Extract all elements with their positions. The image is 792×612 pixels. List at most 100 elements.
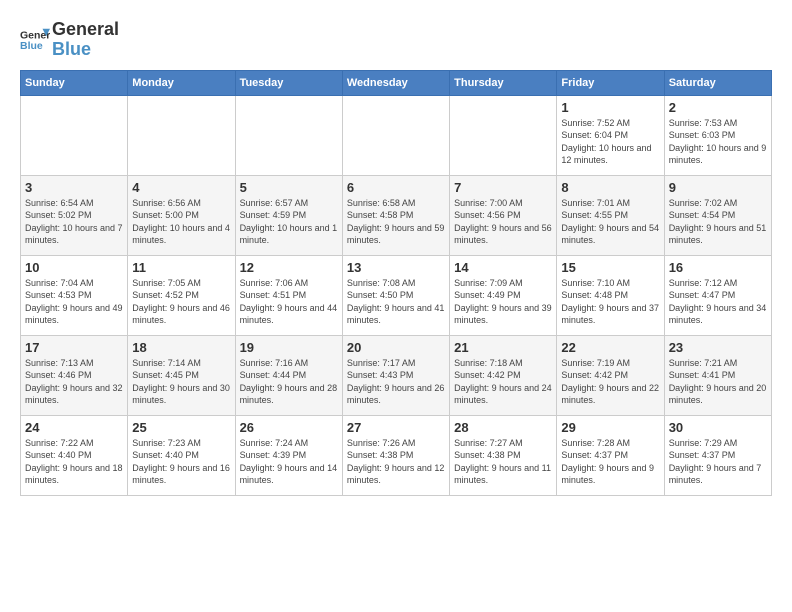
day-info: Sunrise: 7:53 AM Sunset: 6:03 PM Dayligh… — [669, 117, 767, 167]
day-number: 24 — [25, 420, 123, 435]
day-info: Sunrise: 6:58 AM Sunset: 4:58 PM Dayligh… — [347, 197, 445, 247]
weekday-header: Wednesday — [342, 70, 449, 95]
calendar-cell: 6 Sunrise: 6:58 AM Sunset: 4:58 PM Daylig… — [342, 175, 449, 255]
calendar-cell — [450, 95, 557, 175]
logo-icon: General Blue — [20, 25, 50, 55]
calendar-cell: 4 Sunrise: 6:56 AM Sunset: 5:00 PM Daylig… — [128, 175, 235, 255]
day-info: Sunrise: 7:08 AM Sunset: 4:50 PM Dayligh… — [347, 277, 445, 327]
calendar-cell: 19 Sunrise: 7:16 AM Sunset: 4:44 PM Dayli… — [235, 335, 342, 415]
day-number: 1 — [561, 100, 659, 115]
calendar-cell: 15 Sunrise: 7:10 AM Sunset: 4:48 PM Dayli… — [557, 255, 664, 335]
day-number: 15 — [561, 260, 659, 275]
day-info: Sunrise: 7:12 AM Sunset: 4:47 PM Dayligh… — [669, 277, 767, 327]
day-number: 4 — [132, 180, 230, 195]
day-number: 9 — [669, 180, 767, 195]
day-info: Sunrise: 7:52 AM Sunset: 6:04 PM Dayligh… — [561, 117, 659, 167]
day-number: 10 — [25, 260, 123, 275]
logo-text: General Blue — [52, 20, 119, 60]
calendar-cell: 8 Sunrise: 7:01 AM Sunset: 4:55 PM Daylig… — [557, 175, 664, 255]
day-number: 23 — [669, 340, 767, 355]
calendar-cell: 13 Sunrise: 7:08 AM Sunset: 4:50 PM Dayli… — [342, 255, 449, 335]
day-info: Sunrise: 6:56 AM Sunset: 5:00 PM Dayligh… — [132, 197, 230, 247]
day-info: Sunrise: 7:18 AM Sunset: 4:42 PM Dayligh… — [454, 357, 552, 407]
calendar-cell — [342, 95, 449, 175]
weekday-header: Friday — [557, 70, 664, 95]
calendar-cell: 3Sunrise: 6:54 AM Sunset: 5:02 PM Daylig… — [21, 175, 128, 255]
day-number: 28 — [454, 420, 552, 435]
weekday-header: Saturday — [664, 70, 771, 95]
day-number: 22 — [561, 340, 659, 355]
page-header: General Blue General Blue — [20, 20, 772, 60]
day-number: 20 — [347, 340, 445, 355]
day-number: 11 — [132, 260, 230, 275]
day-number: 27 — [347, 420, 445, 435]
calendar-cell: 24 Sunrise: 7:22 AM Sunset: 4:40 PM Dayli… — [21, 415, 128, 495]
day-number: 5 — [240, 180, 338, 195]
week-row: 1 Sunrise: 7:52 AM Sunset: 6:04 PM Daylig… — [21, 95, 772, 175]
day-number: 26 — [240, 420, 338, 435]
day-info: Sunrise: 7:28 AM Sunset: 4:37 PM Dayligh… — [561, 437, 659, 487]
calendar-cell: 23 Sunrise: 7:21 AM Sunset: 4:41 PM Dayli… — [664, 335, 771, 415]
weekday-row: SundayMondayTuesdayWednesdayThursdayFrid… — [21, 70, 772, 95]
day-info: Sunrise: 7:21 AM Sunset: 4:41 PM Dayligh… — [669, 357, 767, 407]
calendar-cell: 16Sunrise: 7:12 AM Sunset: 4:47 PM Dayli… — [664, 255, 771, 335]
calendar-cell: 26 Sunrise: 7:24 AM Sunset: 4:39 PM Dayli… — [235, 415, 342, 495]
calendar-cell: 27Sunrise: 7:26 AM Sunset: 4:38 PM Dayli… — [342, 415, 449, 495]
calendar-cell: 2Sunrise: 7:53 AM Sunset: 6:03 PM Daylig… — [664, 95, 771, 175]
calendar-cell: 20 Sunrise: 7:17 AM Sunset: 4:43 PM Dayli… — [342, 335, 449, 415]
calendar-header: SundayMondayTuesdayWednesdayThursdayFrid… — [21, 70, 772, 95]
day-info: Sunrise: 7:29 AM Sunset: 4:37 PM Dayligh… — [669, 437, 767, 487]
day-number: 6 — [347, 180, 445, 195]
calendar-cell: 1 Sunrise: 7:52 AM Sunset: 6:04 PM Daylig… — [557, 95, 664, 175]
day-number: 13 — [347, 260, 445, 275]
day-info: Sunrise: 7:24 AM Sunset: 4:39 PM Dayligh… — [240, 437, 338, 487]
day-info: Sunrise: 7:22 AM Sunset: 4:40 PM Dayligh… — [25, 437, 123, 487]
calendar-cell: 17 Sunrise: 7:13 AM Sunset: 4:46 PM Dayli… — [21, 335, 128, 415]
svg-text:Blue: Blue — [20, 40, 43, 52]
logo: General Blue General Blue — [20, 20, 119, 60]
day-info: Sunrise: 7:06 AM Sunset: 4:51 PM Dayligh… — [240, 277, 338, 327]
calendar-cell: 7 Sunrise: 7:00 AM Sunset: 4:56 PM Daylig… — [450, 175, 557, 255]
day-info: Sunrise: 7:17 AM Sunset: 4:43 PM Dayligh… — [347, 357, 445, 407]
day-info: Sunrise: 7:10 AM Sunset: 4:48 PM Dayligh… — [561, 277, 659, 327]
calendar-cell: 5 Sunrise: 6:57 AM Sunset: 4:59 PM Daylig… — [235, 175, 342, 255]
day-number: 21 — [454, 340, 552, 355]
day-number: 8 — [561, 180, 659, 195]
calendar-cell — [21, 95, 128, 175]
day-info: Sunrise: 6:57 AM Sunset: 4:59 PM Dayligh… — [240, 197, 338, 247]
day-info: Sunrise: 7:09 AM Sunset: 4:49 PM Dayligh… — [454, 277, 552, 327]
weekday-header: Sunday — [21, 70, 128, 95]
day-info: Sunrise: 7:05 AM Sunset: 4:52 PM Dayligh… — [132, 277, 230, 327]
day-info: Sunrise: 6:54 AM Sunset: 5:02 PM Dayligh… — [25, 197, 123, 247]
calendar-cell: 9 Sunrise: 7:02 AM Sunset: 4:54 PM Daylig… — [664, 175, 771, 255]
weekday-header: Tuesday — [235, 70, 342, 95]
calendar-cell — [235, 95, 342, 175]
calendar-cell: 28 Sunrise: 7:27 AM Sunset: 4:38 PM Dayli… — [450, 415, 557, 495]
weekday-header: Monday — [128, 70, 235, 95]
calendar-cell: 12 Sunrise: 7:06 AM Sunset: 4:51 PM Dayli… — [235, 255, 342, 335]
day-info: Sunrise: 7:00 AM Sunset: 4:56 PM Dayligh… — [454, 197, 552, 247]
calendar-table: SundayMondayTuesdayWednesdayThursdayFrid… — [20, 70, 772, 496]
day-info: Sunrise: 7:04 AM Sunset: 4:53 PM Dayligh… — [25, 277, 123, 327]
day-number: 19 — [240, 340, 338, 355]
day-info: Sunrise: 7:23 AM Sunset: 4:40 PM Dayligh… — [132, 437, 230, 487]
calendar-cell: 18Sunrise: 7:14 AM Sunset: 4:45 PM Dayli… — [128, 335, 235, 415]
calendar-cell: 22Sunrise: 7:19 AM Sunset: 4:42 PM Dayli… — [557, 335, 664, 415]
day-number: 12 — [240, 260, 338, 275]
day-number: 30 — [669, 420, 767, 435]
weekday-header: Thursday — [450, 70, 557, 95]
day-info: Sunrise: 7:13 AM Sunset: 4:46 PM Dayligh… — [25, 357, 123, 407]
calendar-cell: 10 Sunrise: 7:04 AM Sunset: 4:53 PM Dayli… — [21, 255, 128, 335]
week-row: 3Sunrise: 6:54 AM Sunset: 5:02 PM Daylig… — [21, 175, 772, 255]
calendar-cell: 25 Sunrise: 7:23 AM Sunset: 4:40 PM Dayli… — [128, 415, 235, 495]
day-number: 7 — [454, 180, 552, 195]
day-number: 17 — [25, 340, 123, 355]
day-info: Sunrise: 7:01 AM Sunset: 4:55 PM Dayligh… — [561, 197, 659, 247]
day-info: Sunrise: 7:14 AM Sunset: 4:45 PM Dayligh… — [132, 357, 230, 407]
calendar-cell: 14Sunrise: 7:09 AM Sunset: 4:49 PM Dayli… — [450, 255, 557, 335]
calendar-cell: 11 Sunrise: 7:05 AM Sunset: 4:52 PM Dayli… — [128, 255, 235, 335]
day-info: Sunrise: 7:02 AM Sunset: 4:54 PM Dayligh… — [669, 197, 767, 247]
day-number: 25 — [132, 420, 230, 435]
day-info: Sunrise: 7:16 AM Sunset: 4:44 PM Dayligh… — [240, 357, 338, 407]
day-info: Sunrise: 7:27 AM Sunset: 4:38 PM Dayligh… — [454, 437, 552, 487]
